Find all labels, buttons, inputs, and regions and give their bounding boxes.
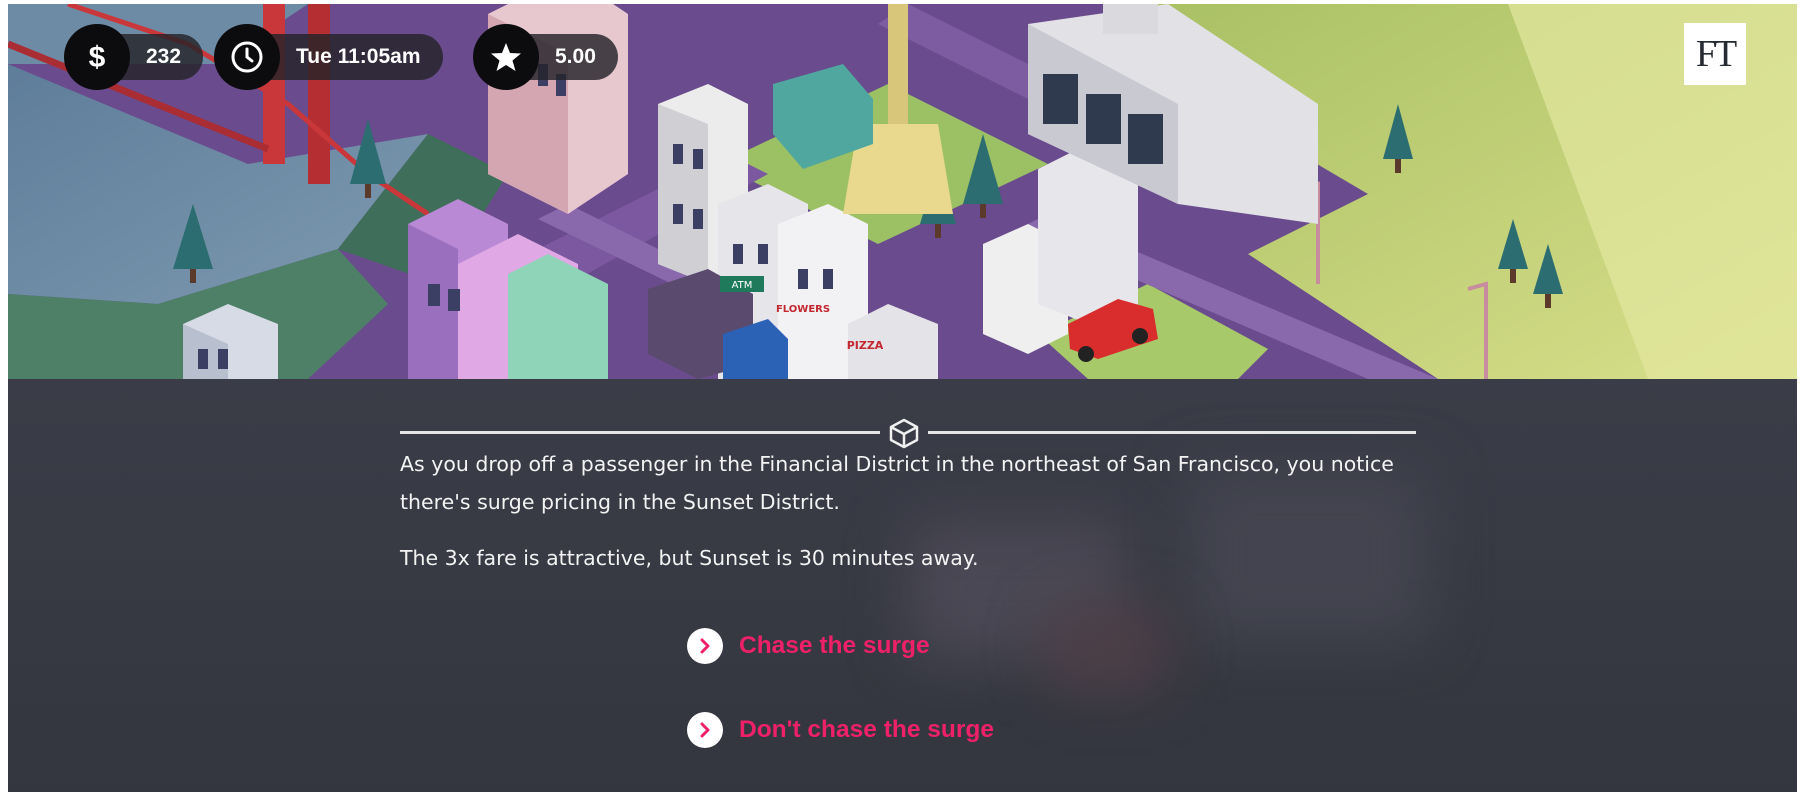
rating-value: 5.00 (555, 45, 596, 68)
game-frame: ATM FLOWERS PIZZA $ 232 Tue 11:05am 5.00 (8, 4, 1797, 792)
ft-logo[interactable]: FT (1684, 23, 1746, 85)
time-display: Tue 11:05am (214, 24, 443, 90)
svg-text:$: $ (89, 41, 106, 74)
money-value: 232 (146, 45, 182, 68)
divider-line-left (400, 431, 880, 434)
choice-label: Don't chase the surge (739, 716, 994, 743)
choice-label: Chase the surge (739, 632, 930, 659)
star-icon (473, 24, 539, 90)
ft-logo-text: FT (1695, 33, 1737, 75)
story-text: As you drop off a passenger in the Finan… (400, 445, 1430, 595)
atm-sign: ATM (732, 280, 753, 291)
flowers-sign: FLOWERS (776, 304, 830, 315)
story-paragraph-1: As you drop off a passenger in the Finan… (400, 452, 1394, 514)
chevron-right-icon (687, 628, 723, 664)
pizza-sign: PIZZA (847, 339, 884, 352)
divider-line-right (928, 431, 1416, 434)
choice-chase-surge[interactable]: Chase the surge (687, 628, 930, 664)
choice-dont-chase-surge[interactable]: Don't chase the surge (687, 712, 994, 748)
background-blur (1048, 609, 1168, 689)
rating-display: 5.00 (473, 24, 618, 90)
chevron-right-icon (687, 712, 723, 748)
dollar-icon: $ (64, 24, 130, 90)
story-panel: As you drop off a passenger in the Finan… (8, 379, 1797, 792)
money-counter: $ 232 (64, 24, 204, 90)
clock-icon (214, 24, 280, 90)
time-value: Tue 11:05am (296, 45, 421, 68)
section-divider (400, 417, 1416, 449)
story-paragraph-2: The 3x fare is attractive, but Sunset is… (400, 546, 979, 570)
